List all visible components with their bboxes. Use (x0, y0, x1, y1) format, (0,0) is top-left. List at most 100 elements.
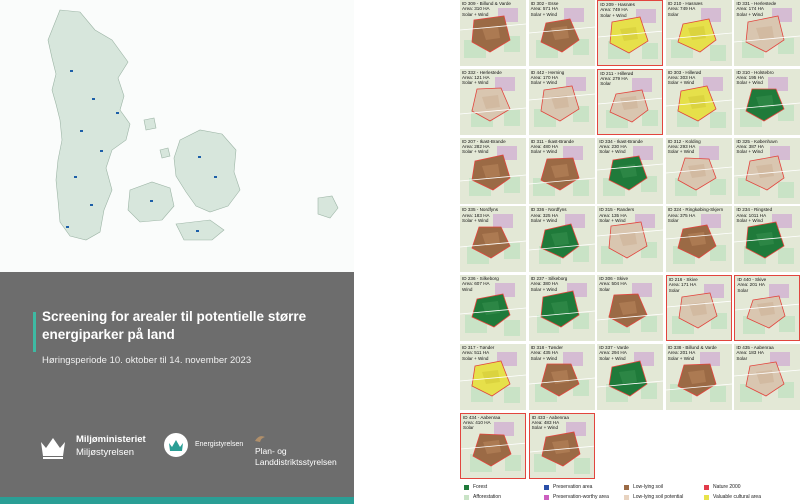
site-tile[interactable]: ID 440 - Skive Area: 201 HA Solar (734, 275, 801, 342)
legend-swatch (704, 495, 709, 500)
site-type: Solar + Wind (667, 149, 695, 155)
site-tile[interactable]: ID 435 - Aabenraa Area: 183 HA Solar (734, 344, 801, 410)
legend-label: Forest (473, 484, 488, 490)
map-legend: Forest Preservation area Low-lying soil Nat… (460, 482, 804, 504)
site-type: Solar + Wind (599, 355, 626, 361)
site-id: ID 324 - Ringkøbing-Skjern (667, 207, 724, 213)
site-type: Solar + Wind (462, 11, 489, 17)
site-id: ID 315 - Randers (599, 207, 635, 213)
site-tile[interactable]: ID 216 - Skive Area: 171 HA Solar (665, 275, 732, 342)
site-area: Area: 435 HA (530, 350, 559, 356)
site-tile[interactable]: ID 210 - Hasnæs Area: 749 HA Solar (665, 0, 732, 66)
site-area: Area: 571 HA (530, 6, 559, 12)
site-type: Solar (668, 287, 680, 293)
site-type: Solar + Wind (600, 12, 627, 18)
logo-row: Miljøministeriet Miljøstyrelsen Energist… (38, 432, 348, 472)
site-type: Solar + Wind (462, 149, 489, 155)
crown-circle-icon (164, 433, 188, 457)
denmark-overview-map (0, 0, 354, 272)
site-type: Solar + Wind (599, 217, 626, 223)
site-type: Solar + Wind (667, 355, 695, 361)
site-tile[interactable]: ID 312 - Kolding Area: 293 HA Solar + Wi… (665, 137, 732, 204)
legend-label: Low-lying soil (633, 484, 664, 490)
site-type: Solar + Wind (736, 11, 763, 17)
site-id: ID 335 - Nordfyns (462, 207, 498, 213)
site-tile[interactable]: ID 336 - Nordfyns Area: 325 HA Solar + W… (528, 206, 595, 273)
site-type: Solar + Wind (736, 80, 763, 86)
legend-label: Nature 2000 (713, 484, 741, 490)
site-tile[interactable]: ID 302 - Esse Area: 571 HA Solar + Wind (528, 0, 595, 66)
site-tile[interactable]: ID 332 - Herlestede Area: 121 HA Solar +… (460, 68, 526, 135)
site-tile[interactable]: ID 207 - Ikast-Brande Area: 282 HA Solar… (460, 137, 526, 204)
site-tile[interactable]: ID 434 - Aabenraa Area: 410 HA Solar (460, 412, 526, 479)
site-type: Solar (736, 355, 748, 361)
legend-swatch (544, 485, 549, 490)
legend-label: Preservation area (553, 484, 593, 490)
energy-agency-name: Energistyrelsen (195, 441, 244, 448)
site-type: Solar + Wind (530, 217, 558, 223)
crown-icon (41, 438, 65, 459)
site-tile[interactable]: ID 335 - Nordfyns Area: 183 HA Solar + W… (460, 206, 526, 273)
ministry-name: Miljøministeriet (76, 434, 146, 445)
site-type: Solar + Wind (530, 355, 558, 361)
bird-icon (255, 436, 265, 442)
legend-swatch (464, 485, 469, 490)
site-type: Solar (599, 286, 610, 292)
site-area: Area: 294 HA (599, 350, 627, 356)
site-tile[interactable]: ID 303 - Hillerød Area: 303 HA Solar + W… (665, 68, 732, 135)
site-type: Solar + Wind (462, 217, 489, 223)
legend-label: Low-lying soil potential (633, 494, 684, 500)
site-type: Solar (600, 81, 611, 87)
site-tile[interactable]: ID 334 - Ikast-Brande Area: 230 HA Solar… (597, 137, 664, 204)
site-type: Solar + Wind (736, 149, 763, 155)
site-tile[interactable]: ID 331 - Herlestede Area: 174 HA Solar +… (734, 0, 801, 66)
site-type: Solar + Wind (530, 286, 558, 292)
legend-label: Afforestation (473, 494, 501, 500)
site-type: Solar + Wind (462, 355, 489, 361)
site-type: Solar + Wind (530, 149, 558, 155)
site-tile[interactable]: ID 324 - Ringkøbing-Skjern Area: 375 HA … (665, 206, 732, 273)
site-type: Solar (737, 287, 749, 293)
site-id: ID 336 - Nordfyns (530, 207, 567, 213)
site-type: Solar + Wind (530, 80, 558, 86)
site-tile[interactable]: ID 234 - Ringsted Area: 1011 HA Solar + … (734, 206, 801, 273)
site-tile[interactable]: ID 338 - Billund & Varde Area: 201 HA So… (665, 344, 732, 410)
legend-label: Valuable cultural area (713, 494, 761, 500)
report-title: Screening for arealer til potentielle st… (42, 309, 307, 342)
cover-panel: Screening for arealer til potentielle st… (0, 272, 354, 504)
site-type: Solar + Wind (736, 217, 763, 223)
site-tile[interactable]: ID 325 - København Area: 387 HA Solar + … (734, 137, 801, 204)
site-type: Solar (667, 217, 679, 223)
site-type: Wind (462, 286, 473, 292)
site-tile[interactable]: ID 309 - Billund & Varde Area: 310 HA So… (460, 0, 526, 66)
site-tile[interactable]: ID 237 - Silkeborg Area: 380 HA Solar + … (528, 275, 595, 342)
ministry-agency: Miljøstyrelsen (76, 447, 135, 458)
site-tile[interactable]: ID 442 - Herning Area: 170 HA Solar + Wi… (528, 68, 595, 135)
site-tile[interactable]: ID 317 - Tønder Area: 511 HA Solar + Win… (460, 344, 526, 410)
planning-agency-line2: Landdistriktsstyrelsen (255, 457, 337, 467)
site-tile[interactable]: ID 310 - Holstebro Area: 195 HA Solar + … (734, 68, 801, 135)
legend-swatch (464, 495, 469, 500)
site-area: Area: 171 HA (668, 282, 697, 288)
site-tile[interactable]: ID 211 - Hillerød Area: 279 HA Solar (597, 68, 664, 135)
site-tile[interactable]: ID 315 - Randers Area: 135 HA Solar + Wi… (597, 206, 664, 273)
site-tile[interactable]: ID 433 - Aabenraa Area: 483 HA Solar + W… (528, 412, 595, 479)
site-tile[interactable]: ID 209 - Hasnæs Area: 749 HA Solar + Win… (597, 0, 664, 66)
site-tile[interactable]: ID 236 - Silkeborg Area: 607 HA Wind (460, 275, 526, 342)
site-type: Solar (463, 425, 474, 431)
site-type: Solar + Wind (462, 80, 489, 86)
site-tile[interactable]: ID 337 - Varde Area: 294 HA Solar + Wind (597, 344, 664, 410)
site-type: Solar + Wind (667, 80, 695, 86)
site-tile[interactable]: ID 311 - Ikast-Brande Area: 480 HA Solar… (528, 137, 595, 204)
site-type: Solar (667, 11, 679, 17)
site-tile[interactable]: ID 318 - Tønder Area: 435 HA Solar + Win… (528, 344, 595, 410)
legend-swatch (624, 485, 629, 490)
site-tile[interactable]: ID 306 - Skive Area: 504 HA Solar (597, 275, 664, 342)
site-map-grid: ID 309 - Billund & Varde Area: 310 HA So… (460, 0, 804, 480)
report-cover: Screening for arealer til potentielle st… (0, 0, 354, 504)
site-area: Area: 504 HA (599, 281, 627, 287)
legend-swatch (544, 495, 549, 500)
legend-swatch (704, 485, 709, 490)
bottom-accent (0, 497, 354, 504)
site-type: Solar + Wind (530, 11, 558, 17)
